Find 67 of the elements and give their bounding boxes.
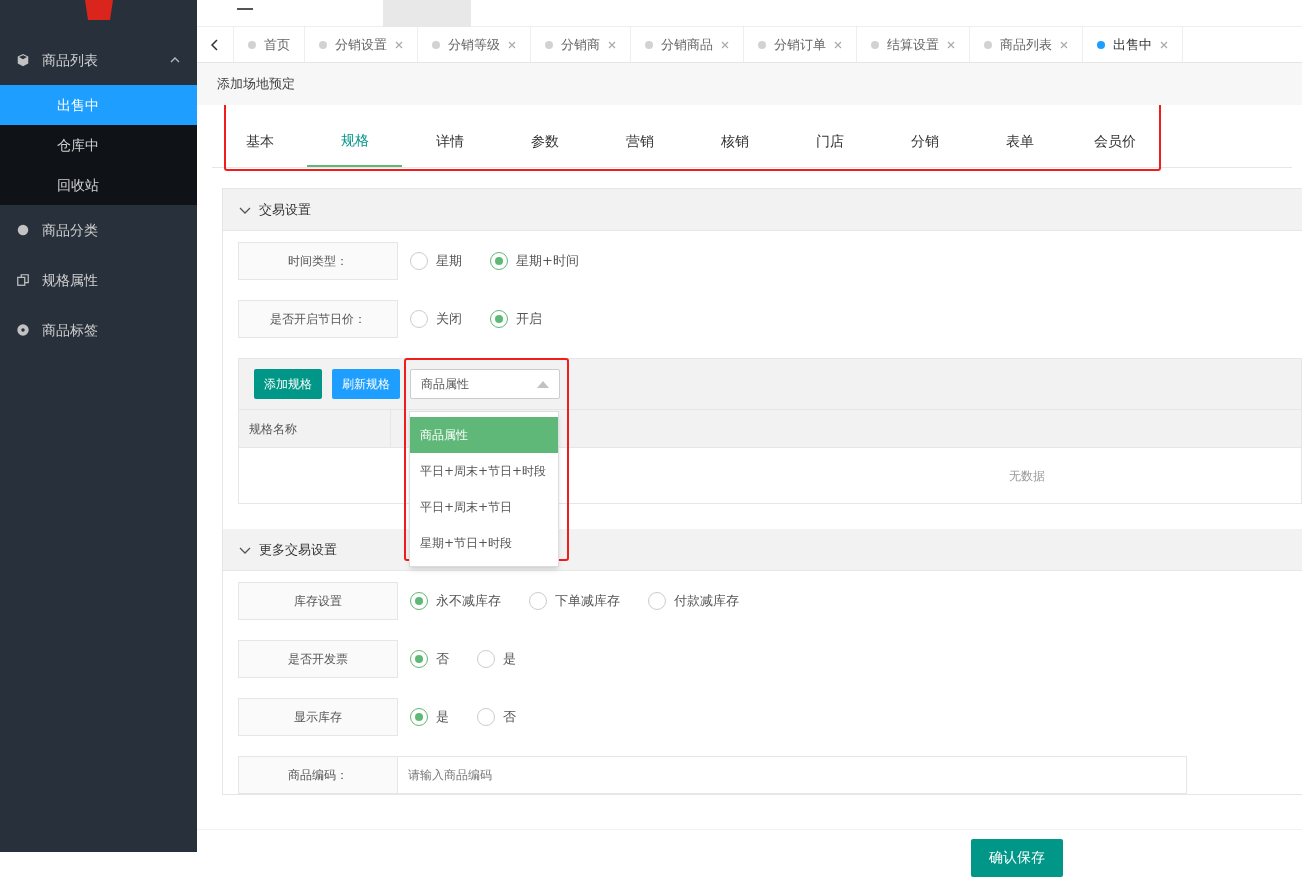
close-icon[interactable] xyxy=(1160,40,1168,49)
sidebar-item[interactable]: 规格属性 xyxy=(0,255,197,305)
page-tab[interactable]: 分销设置 xyxy=(305,27,418,62)
close-icon[interactable] xyxy=(947,40,955,49)
field-label: 商品编码： xyxy=(238,756,398,794)
radio-option[interactable]: 关闭 xyxy=(410,309,462,329)
form-tab[interactable]: 营销 xyxy=(592,115,687,167)
radio-option[interactable]: 否 xyxy=(410,649,449,669)
dropdown-option[interactable]: 平日+周末+节日 xyxy=(410,489,558,525)
save-button[interactable]: 确认保存 xyxy=(971,838,1063,877)
page-tab[interactable]: 首页 xyxy=(234,27,305,62)
radio-option[interactable]: 付款减库存 xyxy=(648,591,739,611)
close-icon[interactable] xyxy=(834,40,842,49)
radio-option[interactable]: 星期+时间 xyxy=(490,251,579,271)
form-tab[interactable]: 参数 xyxy=(497,115,592,167)
form-tab[interactable]: 表单 xyxy=(972,115,1067,167)
radio-option[interactable]: 永不减库存 xyxy=(410,591,501,611)
radio-option[interactable]: 是 xyxy=(410,707,449,727)
form-tab[interactable]: 基本 xyxy=(212,115,307,167)
sidebar-item[interactable]: 商品列表 xyxy=(0,35,197,85)
page-tab[interactable]: 分销订单 xyxy=(744,27,857,62)
page-tab[interactable]: 分销商品 xyxy=(631,27,744,62)
product-code-input[interactable]: 请输入商品编码 xyxy=(398,756,1187,794)
empty-text: 无数据 xyxy=(1009,467,1045,485)
close-icon[interactable] xyxy=(508,40,516,49)
close-icon[interactable] xyxy=(608,40,616,49)
add-spec-button[interactable]: 添加规格 xyxy=(254,369,322,399)
page-title: 添加场地预定 xyxy=(197,63,1302,105)
form-tab[interactable]: 门店 xyxy=(782,115,877,167)
chevron-left-icon xyxy=(210,38,220,51)
page-tab[interactable]: 出售中 xyxy=(1083,27,1183,62)
radio-option[interactable]: 否 xyxy=(477,707,516,727)
form-tab[interactable]: 会员价 xyxy=(1067,115,1162,167)
page-tab[interactable]: 结算设置 xyxy=(857,27,970,62)
close-icon[interactable] xyxy=(395,40,403,49)
form-tab[interactable]: 详情 xyxy=(402,115,497,167)
sidebar-subitem[interactable]: 回收站 xyxy=(0,165,197,205)
spec-select[interactable]: 商品属性 xyxy=(410,369,560,399)
circle-icon xyxy=(16,223,30,237)
radio-option[interactable]: 下单减库存 xyxy=(529,591,620,611)
close-icon[interactable] xyxy=(721,40,729,49)
field-label: 是否开发票 xyxy=(238,640,398,678)
field-label: 时间类型： xyxy=(238,242,398,280)
radio-option[interactable]: 开启 xyxy=(490,309,542,329)
sidebar-item[interactable]: 商品标签 xyxy=(0,305,197,355)
box-icon xyxy=(16,53,30,67)
radio-option[interactable]: 是 xyxy=(477,649,516,669)
field-label: 是否开启节日价： xyxy=(238,300,398,338)
triangle-icon xyxy=(537,380,549,388)
page-tab[interactable]: 分销商 xyxy=(531,27,631,62)
form-tab[interactable]: 分销 xyxy=(877,115,972,167)
logo-icon xyxy=(82,0,115,20)
dropdown-option[interactable]: 平日+周末+节日+时段 xyxy=(410,453,558,489)
copy-icon xyxy=(16,273,30,287)
sidebar-subitem[interactable]: 仓库中 xyxy=(0,125,197,165)
field-label: 库存设置 xyxy=(238,582,398,620)
form-tab[interactable]: 核销 xyxy=(687,115,782,167)
field-label: 显示库存 xyxy=(238,698,398,736)
page-tab[interactable]: 分销等级 xyxy=(418,27,531,62)
ball-icon xyxy=(16,323,30,337)
sidebar-item[interactable]: 商品分类 xyxy=(0,205,197,255)
close-icon[interactable] xyxy=(1060,40,1068,49)
column-header: 规格名称 xyxy=(239,410,391,447)
page-tab[interactable]: 商品列表 xyxy=(970,27,1083,62)
radio-option[interactable]: 星期 xyxy=(410,251,462,271)
form-tab[interactable]: 规格 xyxy=(307,115,402,167)
section-header[interactable]: 交易设置 xyxy=(223,189,1302,231)
